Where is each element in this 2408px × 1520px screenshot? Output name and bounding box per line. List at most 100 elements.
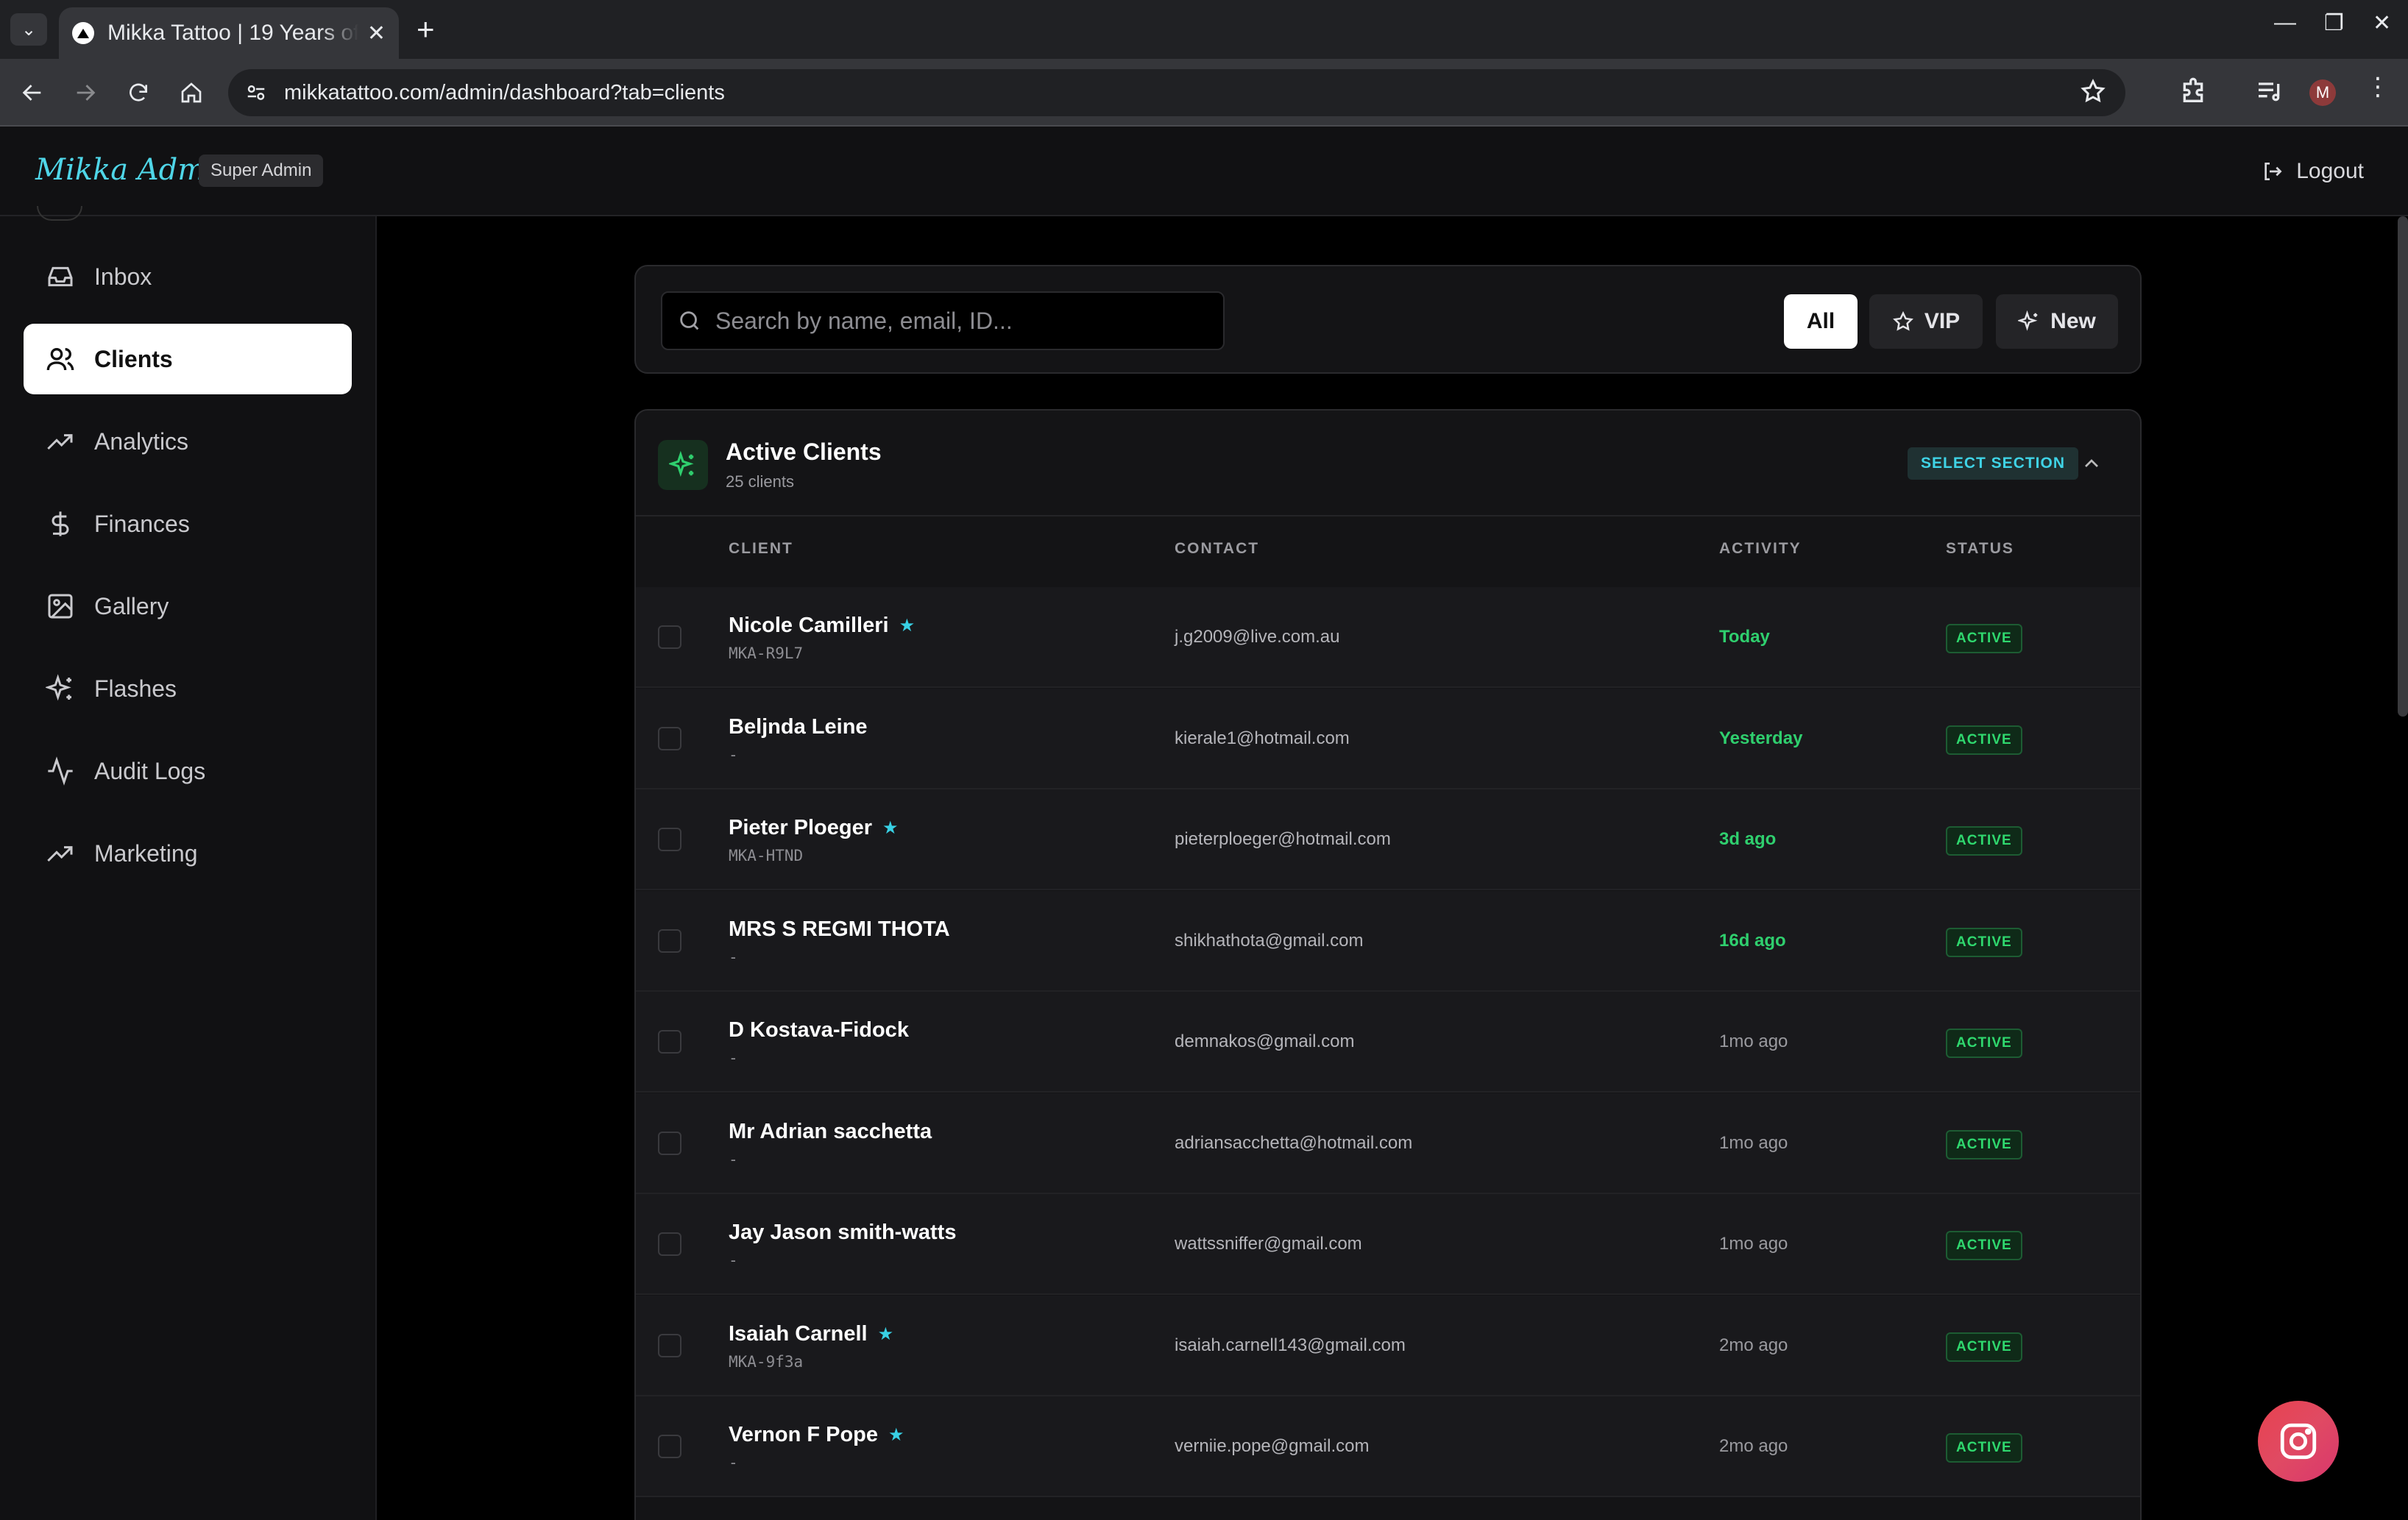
client-name-text: Mr Adrian sacchetta <box>729 1119 932 1143</box>
row-checkbox[interactable] <box>658 625 681 649</box>
sidebar-item-audit-logs[interactable]: Audit Logs <box>24 736 352 806</box>
media-controls-icon[interactable] <box>2255 77 2284 110</box>
column-header-client[interactable]: CLIENT <box>729 540 793 558</box>
row-checkbox[interactable] <box>658 1131 681 1155</box>
filter-vip-label: VIP <box>1924 309 1961 333</box>
column-header-status[interactable]: STATUS <box>1946 540 2014 558</box>
sidebar-item-label: Marketing <box>94 839 198 867</box>
row-checkbox[interactable] <box>658 726 681 750</box>
sidebar-item-label: Inbox <box>94 263 152 290</box>
filter-new-button[interactable]: New <box>1996 294 2118 349</box>
client-name-text: Isaiah Carnell <box>729 1321 868 1346</box>
row-checkbox[interactable] <box>658 1232 681 1256</box>
window-close-icon[interactable]: ✕ <box>2373 10 2391 36</box>
sidebar-item-label: Clients <box>94 345 173 372</box>
column-header-contact[interactable]: CONTACT <box>1175 540 1259 558</box>
new-tab-button[interactable]: + <box>417 12 435 47</box>
client-name[interactable]: Nicole Camilleri ★ <box>729 614 915 638</box>
table-row[interactable]: Jay Jason smith-watts - wattssniffer@gma… <box>636 1194 2140 1295</box>
client-name[interactable]: D Kostava-Fidock <box>729 1018 909 1043</box>
profile-avatar[interactable]: M <box>2309 79 2336 106</box>
vip-star-icon: ★ <box>882 818 899 838</box>
browser-menu-icon[interactable]: ⋮ <box>2365 72 2390 102</box>
table-row[interactable]: Nicole Camilleri ★ MKA-R9L7 j.g2009@live… <box>636 587 2140 688</box>
client-email: j.g2009@live.com.au <box>1175 627 1340 647</box>
status-badge: ACTIVE <box>1946 1332 2022 1362</box>
client-name[interactable]: Pieter Ploeger ★ <box>729 816 899 840</box>
filter-all-button[interactable]: All <box>1784 294 1858 349</box>
search-icon <box>680 311 699 330</box>
column-header-activity[interactable]: ACTIVITY <box>1719 540 1802 558</box>
row-checkbox[interactable] <box>658 1333 681 1357</box>
client-id: - <box>729 1049 738 1067</box>
client-name[interactable]: Vernon F Pope ★ <box>729 1423 904 1447</box>
activity-icon <box>48 756 73 786</box>
client-name[interactable]: Beljnda Leine <box>729 715 868 739</box>
dollar-icon <box>52 511 69 536</box>
client-name[interactable]: Isaiah Carnell ★ <box>729 1322 893 1346</box>
vip-star-icon: ★ <box>888 1425 904 1445</box>
table-row[interactable]: Beljnda Leine - kierale1@hotmail.com Yes… <box>636 688 2140 789</box>
sidebar-item-marketing[interactable]: Marketing <box>24 818 352 889</box>
sidebar-avatar-stub <box>37 206 82 221</box>
vip-star-icon: ★ <box>899 616 916 636</box>
sidebar-item-inbox[interactable]: Inbox <box>24 241 352 312</box>
bookmark-star-icon[interactable] <box>2080 78 2106 108</box>
table-row[interactable]: Mr Adrian sacchetta - adriansacchetta@ho… <box>636 1093 2140 1194</box>
table-row[interactable]: Pieter Ploeger ★ MKA-HTND pieterploeger@… <box>636 789 2140 890</box>
instagram-button[interactable] <box>2258 1401 2339 1482</box>
client-name[interactable]: Jay Jason smith-watts <box>729 1221 956 1245</box>
status-badge: ACTIVE <box>1946 1129 2022 1159</box>
logout-icon <box>2264 163 2282 180</box>
table-row[interactable]: Isaiah Carnell ★ MKA-9f3a isaiah.carnell… <box>636 1295 2140 1396</box>
row-checkbox[interactable] <box>658 1030 681 1054</box>
minimize-icon[interactable]: — <box>2274 10 2296 35</box>
table-row[interactable]: Vernon F Pope ★ - verniie.pope@gmail.com… <box>636 1396 2140 1497</box>
client-activity: 3d ago <box>1719 829 1777 849</box>
forward-icon[interactable] <box>68 75 103 110</box>
home-icon[interactable] <box>174 75 209 110</box>
url-text: mikkatattoo.com/admin/dashboard?tab=clie… <box>284 80 725 104</box>
client-activity: Yesterday <box>1719 728 1803 748</box>
select-section-button[interactable]: SELECT SECTION <box>1908 447 2079 480</box>
extensions-icon[interactable] <box>2178 77 2208 110</box>
sidebar-item-analytics[interactable]: Analytics <box>24 406 352 477</box>
client-name-text: MRS S REGMI THOTA <box>729 917 950 941</box>
table-row[interactable]: MRS S REGMI THOTA - shikhathota@gmail.co… <box>636 890 2140 992</box>
reload-icon[interactable] <box>121 75 156 110</box>
search-input[interactable] <box>715 307 1216 335</box>
close-tab-icon[interactable]: ✕ <box>367 21 386 46</box>
sparkles-icon <box>658 440 708 490</box>
client-name-text: Pieter Ploeger <box>729 816 873 839</box>
client-id: MKA-9f3a <box>729 1352 804 1371</box>
client-name[interactable]: Mr Adrian sacchetta <box>729 1120 932 1144</box>
status-badge: ACTIVE <box>1946 1433 2022 1463</box>
page-scrollbar[interactable] <box>2398 216 2408 717</box>
inbox-icon <box>48 266 73 287</box>
sidebar-item-flashes[interactable]: Flashes <box>24 653 352 724</box>
site-info-icon[interactable] <box>241 78 271 107</box>
sidebar-item-clients[interactable]: Clients <box>24 324 352 394</box>
chevron-up-icon[interactable] <box>2080 452 2103 479</box>
restore-icon[interactable]: ❐ <box>2324 10 2344 36</box>
sidebar-item-gallery[interactable]: Gallery <box>24 571 352 642</box>
search-box[interactable] <box>661 291 1225 350</box>
client-name[interactable]: MRS S REGMI THOTA <box>729 917 950 942</box>
client-id: - <box>729 948 738 966</box>
row-checkbox[interactable] <box>658 928 681 953</box>
browser-tab[interactable]: Mikka Tattoo | 19 Years of ✕ <box>59 7 399 59</box>
address-bar[interactable]: mikkatattoo.com/admin/dashboard?tab=clie… <box>228 69 2125 116</box>
sidebar: Inbox Clients Analytics Finances Gallery… <box>0 206 377 1520</box>
client-email: isaiah.carnell143@gmail.com <box>1175 1335 1406 1355</box>
filter-vip-button[interactable]: VIP <box>1869 294 1983 349</box>
row-checkbox[interactable] <box>658 1435 681 1458</box>
row-checkbox[interactable] <box>658 828 681 851</box>
table-row[interactable]: D Kostava-Fidock - demnakos@gmail.com 1m… <box>636 992 2140 1093</box>
tab-list-button[interactable]: ⌄ <box>10 13 47 46</box>
logout-button[interactable]: Logout <box>2261 159 2364 184</box>
client-id: - <box>729 745 738 764</box>
sidebar-item-label: Analytics <box>94 427 189 455</box>
status-badge: ACTIVE <box>1946 725 2022 755</box>
back-icon[interactable] <box>15 75 50 110</box>
sidebar-item-finances[interactable]: Finances <box>24 489 352 559</box>
